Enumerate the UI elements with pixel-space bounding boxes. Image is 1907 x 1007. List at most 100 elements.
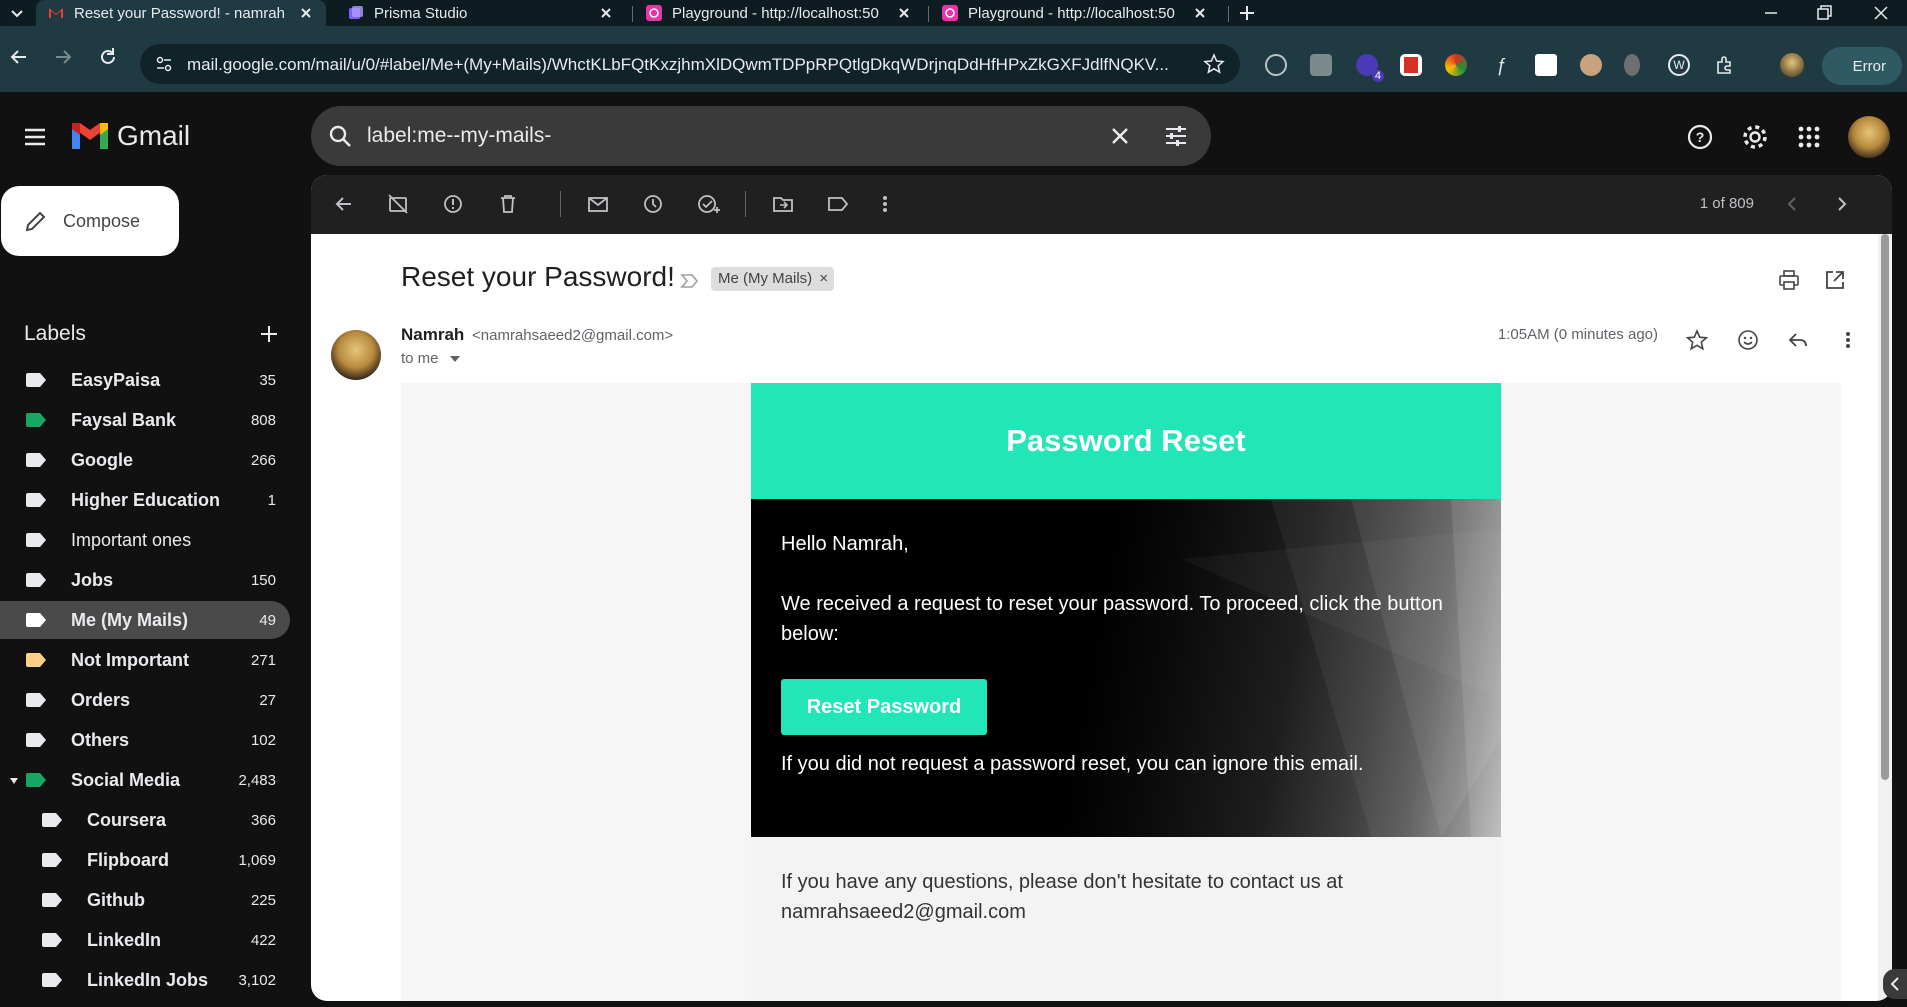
- sidebar-label-item[interactable]: Github 225: [0, 881, 290, 919]
- move-to-icon[interactable]: [772, 193, 794, 215]
- bookmark-star-icon[interactable]: [1203, 53, 1225, 75]
- sidebar-label-item[interactable]: LinkedIn 422: [0, 921, 290, 959]
- extensions-puzzle-icon[interactable]: [1714, 54, 1736, 76]
- clear-search-icon[interactable]: [1108, 124, 1132, 148]
- extension-w-icon[interactable]: W: [1668, 54, 1690, 76]
- extension-red-icon[interactable]: [1400, 54, 1422, 76]
- settings-gear-icon[interactable]: [1740, 122, 1770, 152]
- label-tag-icon: [42, 973, 62, 987]
- account-avatar[interactable]: [1848, 116, 1890, 158]
- snooze-icon[interactable]: [642, 193, 664, 215]
- extension-formula-icon[interactable]: ƒ: [1490, 54, 1512, 76]
- sidebar-label-item[interactable]: Me (My Mails) 49: [0, 601, 290, 639]
- forward-icon[interactable]: [52, 46, 74, 68]
- sidebar-label-item[interactable]: EasyPaisa 35: [0, 361, 290, 399]
- label-unread-count: 1: [267, 492, 276, 509]
- mark-unread-icon[interactable]: [587, 193, 609, 215]
- open-in-new-window-icon[interactable]: [1824, 269, 1846, 291]
- label-tag-icon: [26, 453, 46, 467]
- label-chip[interactable]: Me (My Mails) ×: [711, 267, 835, 291]
- label-chip-text: Me (My Mails): [718, 270, 813, 287]
- sidebar-label-item[interactable]: Not Important 271: [0, 641, 290, 679]
- add-reaction-emoji-icon[interactable]: [1736, 328, 1760, 352]
- sender-name[interactable]: Namrah: [401, 325, 464, 345]
- url-text[interactable]: mail.google.com/mail/u/0/#label/Me+(My+M…: [187, 55, 1187, 75]
- sidebar-label-item[interactable]: Higher Education 1: [0, 481, 290, 519]
- reply-icon[interactable]: [1786, 328, 1810, 352]
- sender-avatar[interactable]: [331, 330, 381, 380]
- close-tab-icon[interactable]: [896, 5, 912, 21]
- message-more-options-icon[interactable]: [1844, 328, 1852, 352]
- address-bar[interactable]: mail.google.com/mail/u/0/#label/Me+(My+M…: [140, 44, 1240, 84]
- reload-icon[interactable]: [97, 46, 119, 68]
- restore-window-icon[interactable]: [1815, 4, 1833, 22]
- sidebar-label-item[interactable]: Others 102: [0, 721, 290, 759]
- email-paragraph: We received a request to reset your pass…: [781, 593, 1443, 645]
- add-to-tasks-icon[interactable]: [697, 193, 721, 215]
- back-to-list-icon[interactable]: [333, 193, 355, 215]
- scrollbar-thumb[interactable]: [1881, 234, 1889, 780]
- extension-camera-icon[interactable]: [1310, 54, 1332, 76]
- new-tab-icon[interactable]: [1238, 4, 1256, 22]
- archive-icon[interactable]: [387, 193, 409, 215]
- support-icon[interactable]: ?: [1686, 123, 1714, 151]
- close-tab-icon[interactable]: [598, 5, 614, 21]
- sidebar-label-item[interactable]: Coursera 366: [0, 801, 290, 839]
- back-icon[interactable]: [8, 46, 30, 68]
- sidebar-label-item[interactable]: Flipboard 1,069: [0, 841, 290, 879]
- profile-avatar[interactable]: [1780, 53, 1804, 77]
- extension-gray-icon[interactable]: [1624, 54, 1640, 76]
- extension-text-icon[interactable]: [1535, 54, 1557, 76]
- sidebar-label-item[interactable]: Jobs 150: [0, 561, 290, 599]
- tab-prisma-studio[interactable]: Prisma Studio: [336, 0, 626, 26]
- sidebar-label-item[interactable]: Faysal Bank 808: [0, 401, 290, 439]
- sidebar-label-item[interactable]: Important ones: [0, 521, 290, 559]
- delete-icon[interactable]: [497, 193, 519, 215]
- profile-error-button[interactable]: Error: [1822, 47, 1902, 85]
- tab-playground-2[interactable]: Playground - http://localhost:50: [930, 0, 1220, 26]
- close-window-icon[interactable]: [1872, 4, 1890, 22]
- search-input[interactable]: label:me--my-mails-: [367, 124, 551, 148]
- print-icon[interactable]: [1778, 269, 1800, 291]
- more-options-icon[interactable]: [881, 193, 889, 215]
- search-options-icon[interactable]: [1163, 123, 1189, 149]
- remove-label-icon[interactable]: ×: [819, 267, 828, 291]
- sidebar-label-item[interactable]: Social Media 2,483: [0, 761, 290, 799]
- side-panel-toggle-icon[interactable]: [1883, 969, 1907, 999]
- close-tab-icon[interactable]: [1192, 5, 1208, 21]
- dropdown-arrow-icon[interactable]: [449, 355, 461, 363]
- label-tag-icon[interactable]: [827, 193, 849, 215]
- svg-text:?: ?: [1696, 129, 1705, 145]
- recipient-details[interactable]: to me: [401, 350, 461, 367]
- tab-list-icon[interactable]: [8, 4, 26, 22]
- sidebar-label-item[interactable]: LinkedIn Jobs 3,102: [0, 961, 290, 999]
- reset-password-button[interactable]: Reset Password: [781, 679, 987, 735]
- site-info-icon[interactable]: [154, 54, 174, 74]
- search-icon[interactable]: [327, 123, 353, 149]
- tab-playground-1[interactable]: Playground - http://localhost:50: [634, 0, 924, 26]
- message-scrollbar[interactable]: [1878, 234, 1892, 1001]
- create-label-icon[interactable]: [259, 324, 279, 344]
- older-chevron-icon[interactable]: [1832, 194, 1852, 214]
- main-menu-icon[interactable]: [22, 124, 48, 150]
- gmail-logo-icon[interactable]: [70, 121, 110, 151]
- extension-colorful-icon[interactable]: [1445, 54, 1467, 76]
- extension-badge-icon[interactable]: 4: [1356, 54, 1384, 82]
- mail-search-bar[interactable]: label:me--my-mails-: [311, 106, 1211, 166]
- expand-caret-icon[interactable]: [9, 777, 19, 785]
- extension-target-icon[interactable]: [1265, 54, 1287, 76]
- minimize-window-icon[interactable]: [1762, 4, 1780, 22]
- star-icon[interactable]: [1685, 328, 1709, 352]
- compose-button[interactable]: Compose: [1, 186, 179, 256]
- label-name: Github: [87, 890, 145, 910]
- label-tag-icon: [42, 853, 62, 867]
- extension-face-icon[interactable]: [1580, 54, 1602, 76]
- tab-gmail[interactable]: Reset your Password! - namrah: [36, 0, 326, 26]
- close-tab-icon[interactable]: [298, 5, 314, 21]
- newer-chevron-icon[interactable]: [1782, 194, 1802, 214]
- sidebar-label-item[interactable]: Orders 27: [0, 681, 290, 719]
- sidebar-label-item[interactable]: Google 266: [0, 441, 290, 479]
- importance-marker-icon[interactable]: [679, 271, 699, 291]
- report-spam-icon[interactable]: [442, 193, 464, 215]
- apps-grid-icon[interactable]: [1797, 125, 1821, 149]
